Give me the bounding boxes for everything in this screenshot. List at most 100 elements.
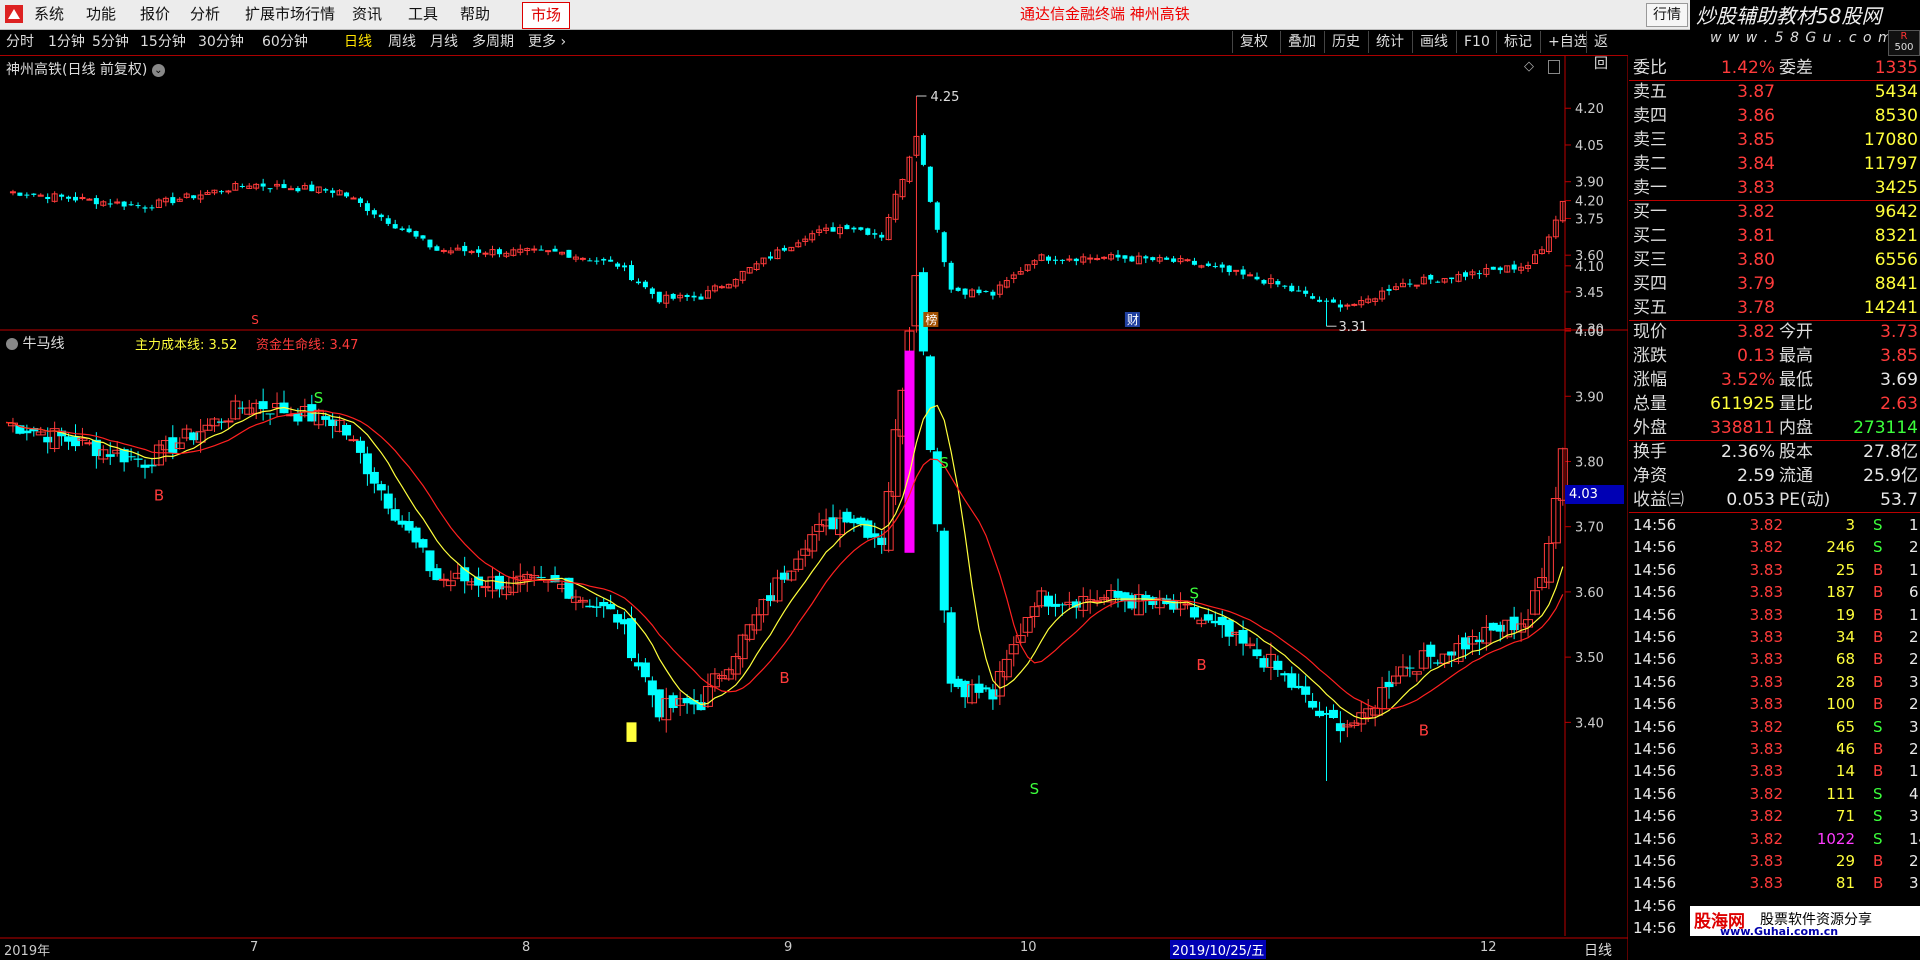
tick-direction: S: [1873, 516, 1883, 534]
fund-row: 收益㈢ 0.053 PE(动) 53.7: [1629, 488, 1920, 512]
quote-button[interactable]: 行情: [1646, 3, 1688, 27]
period-tab-10[interactable]: 更多 ›: [528, 30, 566, 54]
main-candle-body: [615, 263, 621, 267]
tick-count: 1: [1909, 560, 1919, 579]
stat-row-value2: 2.63: [1880, 394, 1918, 414]
stat-row-value: 0.13: [1737, 346, 1775, 366]
period-label[interactable]: 日线: [1584, 940, 1612, 960]
period-tab-4[interactable]: 30分钟: [198, 30, 244, 54]
tick-row: 14:56 3.82 1022 S 14: [1629, 828, 1920, 850]
tick-volume: 1022: [1816, 829, 1855, 848]
main-candle-body: [955, 287, 961, 291]
main-candle-body: [851, 227, 857, 230]
tool-button-8[interactable]: 返回: [1586, 31, 1628, 72]
ind-candle-body: [946, 612, 956, 684]
signal-S: S: [1030, 780, 1040, 798]
main-candle-body: [462, 245, 468, 252]
menu-item-5[interactable]: 资讯: [352, 0, 382, 29]
indicator-title[interactable]: 牛马线: [6, 333, 64, 353]
main-y-tick-label: 4.05: [1575, 139, 1604, 154]
diamond-icon[interactable]: ◇: [1524, 59, 1534, 74]
main-candle-body: [191, 195, 197, 199]
main-candle-body: [1122, 255, 1128, 259]
main-candle-body: [1386, 288, 1392, 291]
tick-direction: B: [1873, 874, 1884, 893]
signal-S: S: [1189, 584, 1199, 602]
weibi-row-label2: 委差: [1779, 58, 1813, 78]
ind-y-tick-label: 3.50: [1575, 651, 1604, 666]
title-dropdown-icon[interactable]: ⌄: [151, 63, 165, 77]
tool-button-5[interactable]: F10: [1456, 31, 1497, 53]
tick-price: 3.82: [1749, 538, 1783, 557]
period-tab-0[interactable]: 分时: [6, 30, 34, 54]
tick-count: 3: [1909, 807, 1919, 826]
tick-price: 3.82: [1749, 807, 1783, 826]
period-tab-5[interactable]: 60分钟: [262, 30, 308, 54]
menu-item-4[interactable]: 扩展市场行情: [245, 0, 335, 29]
weibi-row-label: 委比: [1633, 58, 1667, 78]
ind-candle-body: [133, 458, 143, 460]
main-candle-body: [482, 252, 489, 255]
main-candle-body: [920, 135, 926, 165]
tick-time: 14:56: [1633, 852, 1677, 870]
menu-item-2[interactable]: 报价: [140, 0, 170, 29]
tick-volume: 246: [1826, 538, 1855, 557]
main-candle-body: [594, 260, 600, 262]
tick-count: 2: [1909, 695, 1919, 714]
main-candle-body: [962, 288, 968, 295]
buy-row-label: 买二: [1633, 226, 1667, 246]
tool-button-1[interactable]: 叠加: [1280, 31, 1323, 53]
event-mark: 财: [1127, 313, 1139, 327]
period-tab-2[interactable]: 5分钟: [92, 30, 129, 54]
tick-row: 14:56 3.82 3 S 1: [1629, 514, 1920, 536]
ind-candle-body: [877, 537, 887, 546]
app-logo-icon: [5, 5, 23, 23]
fund-row-value2: 53.7: [1880, 490, 1918, 510]
sell-row-value: 3.86: [1737, 106, 1775, 126]
menu-item-3[interactable]: 分析: [190, 0, 220, 29]
tool-button-6[interactable]: 标记: [1496, 31, 1539, 53]
expand-icon[interactable]: [1548, 60, 1560, 74]
menu-item-6[interactable]: 工具: [408, 0, 438, 29]
sell-row-value: 3.87: [1737, 82, 1775, 102]
tick-row: 14:56 3.82 111 S 4: [1629, 783, 1920, 805]
tick-time: 14:56: [1633, 829, 1677, 848]
main-candle-body: [1275, 281, 1281, 285]
period-tab-1[interactable]: 1分钟: [48, 30, 85, 54]
indicator-toggle-icon[interactable]: [6, 338, 18, 350]
ind-candle-body: [383, 493, 393, 509]
tick-row: 14:56 3.82 65 S 3: [1629, 716, 1920, 738]
kline-chart-area[interactable]: 4.204.053.903.753.603.453.304.204.104.00…: [0, 56, 1628, 960]
main-candle-body: [844, 225, 850, 230]
sell-volume: 11797: [1863, 154, 1918, 174]
period-tab-6[interactable]: 日线: [344, 30, 372, 54]
period-tab-9[interactable]: 多周期: [472, 30, 514, 54]
tick-time: 14:56: [1633, 628, 1677, 646]
period-tab-8[interactable]: 月线: [430, 30, 458, 54]
tool-button-2[interactable]: 历史: [1324, 31, 1367, 53]
tick-row: 14:56 3.83 100 B 2: [1629, 693, 1920, 715]
time-label-4: 10: [1020, 940, 1037, 955]
main-candle-body: [1324, 300, 1329, 302]
main-candle-body: [239, 185, 245, 187]
tick-row: 14:56 3.83 46 B 2: [1629, 738, 1920, 760]
menu-item-7[interactable]: 帮助: [460, 0, 490, 29]
weibi-row-value: 1.42%: [1720, 58, 1775, 78]
tool-button-3[interactable]: 统计: [1368, 31, 1411, 53]
tick-price: 3.83: [1749, 762, 1783, 781]
tool-button-4[interactable]: 画线: [1412, 31, 1455, 53]
period-tab-3[interactable]: 15分钟: [140, 30, 186, 54]
main-candle-body: [93, 198, 99, 205]
period-tab-7[interactable]: 周线: [388, 30, 416, 54]
tool-button-0[interactable]: 复权: [1232, 31, 1275, 53]
stat-row-label2: 今开: [1779, 322, 1813, 342]
market-tab[interactable]: 市场: [522, 2, 571, 29]
stat-row-label2: 最低: [1779, 370, 1813, 390]
menu-item-0[interactable]: 系统: [34, 0, 64, 29]
main-candle-body: [1052, 259, 1058, 261]
main-chart-title[interactable]: 神州高铁(日线 前复权) ⌄: [6, 59, 165, 79]
tick-count: 2: [1909, 852, 1919, 870]
menu-item-1[interactable]: 功能: [86, 0, 116, 29]
ind-candle-body: [474, 576, 484, 586]
tick-price: 3.82: [1749, 784, 1783, 803]
